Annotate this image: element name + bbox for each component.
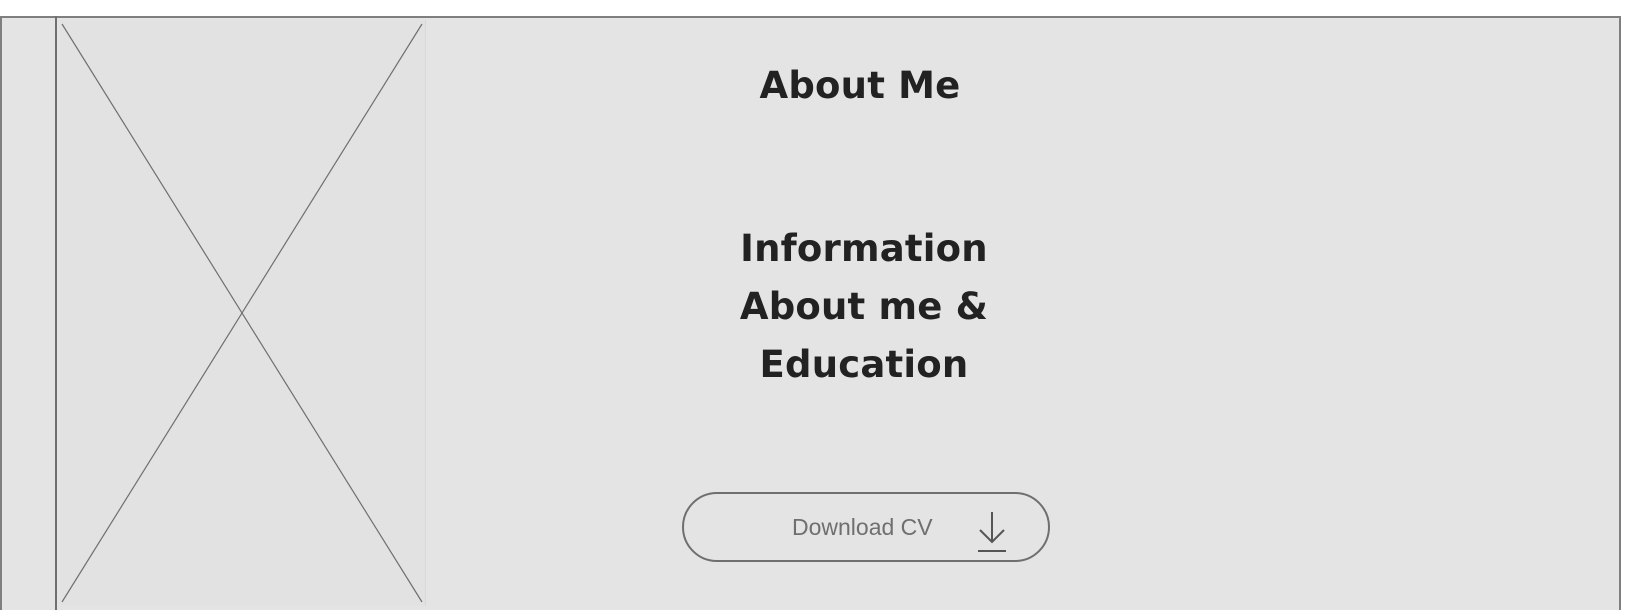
info-line-1: Information: [740, 227, 988, 270]
info-text: Information About me & Education: [654, 220, 1074, 394]
profile-image-placeholder: [60, 20, 426, 606]
left-divider: [55, 16, 57, 610]
info-line-3: Education: [759, 343, 969, 386]
info-line-2: About me &: [739, 285, 989, 328]
download-icon: [974, 508, 1010, 554]
download-cv-button[interactable]: Download CV: [682, 492, 1050, 562]
section-title: About Me: [759, 64, 961, 107]
download-cv-label: Download CV: [792, 514, 933, 540]
